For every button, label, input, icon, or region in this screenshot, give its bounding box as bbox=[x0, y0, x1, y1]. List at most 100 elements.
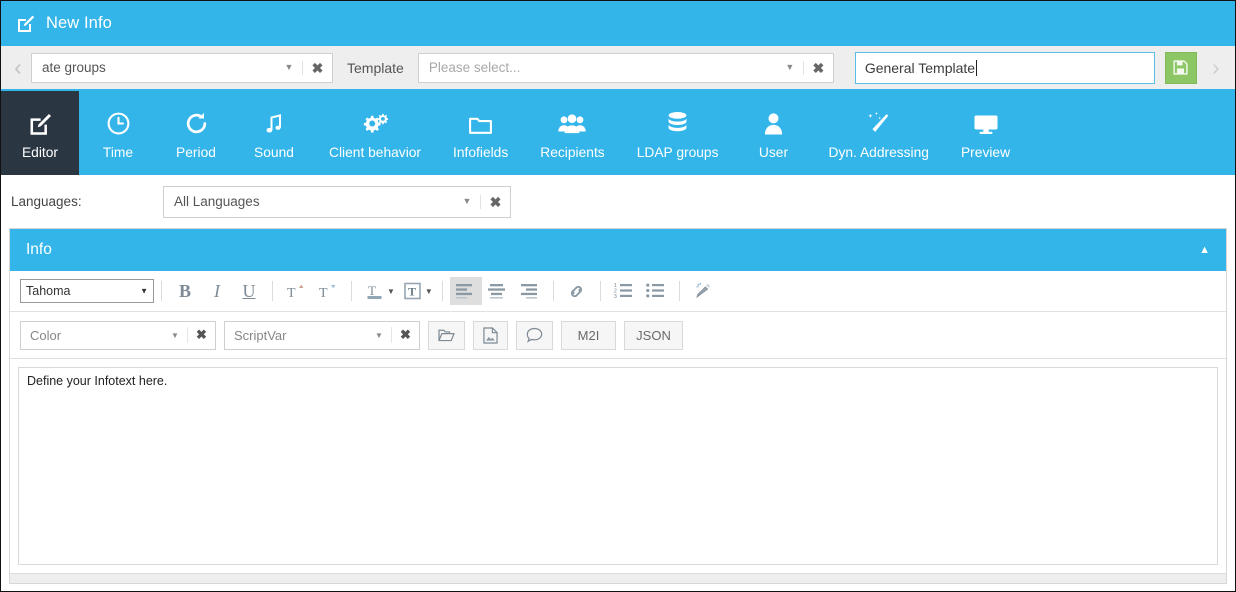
main-tab-bar: Editor Time Period Sound Client behavior… bbox=[1, 91, 1235, 175]
open-folder-icon bbox=[438, 328, 455, 343]
tab-label: Time bbox=[102, 145, 134, 160]
chevron-down-icon[interactable]: ▼ bbox=[777, 63, 803, 72]
tab-infofields[interactable]: Infofields bbox=[437, 91, 524, 175]
next-arrow-button[interactable]: › bbox=[1203, 48, 1229, 88]
chevron-down-icon[interactable]: ▼ bbox=[163, 331, 187, 340]
tab-preview[interactable]: Preview bbox=[945, 91, 1026, 175]
json-button[interactable]: JSON bbox=[624, 320, 683, 350]
infotext-editor-area[interactable]: Define your Infotext here. bbox=[18, 367, 1218, 565]
svg-text:T: T bbox=[287, 286, 296, 301]
open-file-button[interactable] bbox=[428, 320, 465, 350]
bullet-list-button[interactable] bbox=[640, 277, 672, 305]
tab-time[interactable]: Time bbox=[79, 91, 157, 175]
tab-editor[interactable]: Editor bbox=[1, 91, 79, 175]
editor-toolbar-row-1: Tahoma ▼ B I U T T T ▼ T ▼ 1 2 3 bbox=[10, 271, 1226, 312]
chevron-down-icon: ▼ bbox=[140, 286, 148, 296]
save-button[interactable] bbox=[1164, 51, 1197, 84]
editor-bottom-strip bbox=[10, 573, 1226, 583]
color-select-clear-button[interactable]: ✖ bbox=[187, 327, 215, 343]
scriptvar-select-clear-button[interactable]: ✖ bbox=[391, 327, 419, 343]
svg-text:T: T bbox=[319, 286, 328, 301]
template-name-input[interactable]: General Template bbox=[854, 51, 1155, 84]
users-icon bbox=[558, 106, 587, 136]
edit-square-icon bbox=[15, 14, 35, 34]
subscript-button[interactable]: T bbox=[312, 277, 344, 305]
user-icon bbox=[764, 106, 783, 136]
toolbar-separator bbox=[599, 281, 601, 301]
group-select-clear-button[interactable]: ✖ bbox=[302, 60, 332, 75]
page-title: New Info bbox=[46, 14, 112, 32]
tab-label: User bbox=[758, 145, 789, 160]
toolbar-separator bbox=[441, 281, 443, 301]
monitor-icon bbox=[973, 106, 999, 136]
chevron-down-icon[interactable]: ▼ bbox=[367, 331, 391, 340]
info-panel-title: Info bbox=[26, 241, 52, 258]
languages-select-clear-button[interactable]: ✖ bbox=[480, 194, 510, 209]
svg-text:3: 3 bbox=[614, 294, 617, 299]
speech-bubble-icon bbox=[526, 327, 543, 343]
refresh-icon bbox=[184, 106, 209, 136]
align-left-button[interactable] bbox=[449, 277, 482, 305]
comment-button[interactable] bbox=[516, 320, 553, 350]
folder-icon bbox=[468, 106, 493, 136]
template-select[interactable]: Please select... ▼ ✖ bbox=[417, 52, 834, 83]
languages-select[interactable]: All Languages ▼ ✖ bbox=[163, 185, 511, 218]
toolbar-separator bbox=[678, 281, 680, 301]
tab-label: Period bbox=[176, 145, 216, 160]
tab-label: Sound bbox=[254, 145, 294, 160]
m2i-button[interactable]: M2I bbox=[561, 320, 616, 350]
tab-period[interactable]: Period bbox=[157, 91, 235, 175]
tab-user[interactable]: User bbox=[735, 91, 813, 175]
font-family-value: Tahoma bbox=[26, 284, 71, 298]
chevron-down-icon[interactable]: ▼ bbox=[425, 287, 433, 296]
italic-button[interactable]: I bbox=[201, 277, 233, 305]
tab-label: Client behavior bbox=[329, 145, 422, 160]
template-name-value: General Template bbox=[864, 59, 976, 76]
chevron-down-icon[interactable]: ▼ bbox=[454, 197, 480, 206]
application-window: New Info ‹ ate groups ▼ ✖ Template Pleas… bbox=[0, 0, 1236, 592]
align-right-button[interactable] bbox=[514, 277, 546, 305]
tab-ldap-groups[interactable]: LDAP groups bbox=[621, 91, 735, 175]
align-center-button[interactable] bbox=[482, 277, 514, 305]
tab-label: Preview bbox=[960, 145, 1011, 160]
template-select-clear-button[interactable]: ✖ bbox=[802, 60, 833, 75]
tab-recipients[interactable]: Recipients bbox=[524, 91, 620, 175]
color-select-value: Color bbox=[30, 327, 62, 343]
superscript-button[interactable]: T bbox=[280, 277, 312, 305]
languages-row: Languages: All Languages ▼ ✖ bbox=[1, 175, 1235, 228]
tab-label: LDAP groups bbox=[636, 145, 719, 160]
color-select[interactable]: Color ▼ ✖ bbox=[20, 320, 216, 350]
floppy-disk-icon bbox=[1173, 60, 1188, 75]
toolbar-separator bbox=[351, 281, 352, 301]
scriptvar-select[interactable]: ScriptVar ▼ ✖ bbox=[224, 320, 420, 350]
group-select-value: ate groups bbox=[42, 60, 106, 75]
magic-wand-icon bbox=[866, 106, 891, 136]
tab-dyn-addressing[interactable]: Dyn. Addressing bbox=[813, 91, 945, 175]
tab-client-behavior[interactable]: Client behavior bbox=[313, 91, 437, 175]
chevron-down-icon[interactable]: ▼ bbox=[276, 63, 302, 72]
info-panel-header[interactable]: Info ▲ bbox=[10, 229, 1226, 271]
remove-format-button[interactable] bbox=[687, 277, 719, 305]
toolbar-separator bbox=[161, 281, 162, 301]
bold-button[interactable]: B bbox=[169, 277, 201, 305]
tab-sound[interactable]: Sound bbox=[235, 91, 313, 175]
chevron-up-icon[interactable]: ▲ bbox=[1199, 244, 1210, 256]
tab-label: Dyn. Addressing bbox=[828, 145, 929, 160]
tab-label: Editor bbox=[21, 145, 59, 160]
underline-button[interactable]: U bbox=[233, 277, 265, 305]
chevron-down-icon[interactable]: ▼ bbox=[387, 287, 395, 296]
text-cursor bbox=[976, 59, 978, 76]
font-family-select[interactable]: Tahoma ▼ bbox=[20, 279, 154, 303]
insert-link-button[interactable] bbox=[561, 277, 593, 305]
editor-toolbar-row-2: Color ▼ ✖ ScriptVar ▼ ✖ M2I JSON bbox=[10, 312, 1226, 359]
group-select[interactable]: ate groups ▼ ✖ bbox=[31, 52, 333, 83]
gears-icon bbox=[362, 106, 389, 136]
numbered-list-button[interactable]: 123 bbox=[608, 277, 640, 305]
toolbar-separator bbox=[272, 281, 273, 301]
scriptvar-select-value: ScriptVar bbox=[234, 327, 287, 343]
tab-label: Recipients bbox=[540, 145, 605, 160]
previous-arrow-button[interactable]: ‹ bbox=[5, 48, 31, 88]
database-icon bbox=[666, 106, 689, 136]
edit-square-icon bbox=[28, 106, 52, 136]
insert-image-button[interactable] bbox=[473, 320, 508, 350]
